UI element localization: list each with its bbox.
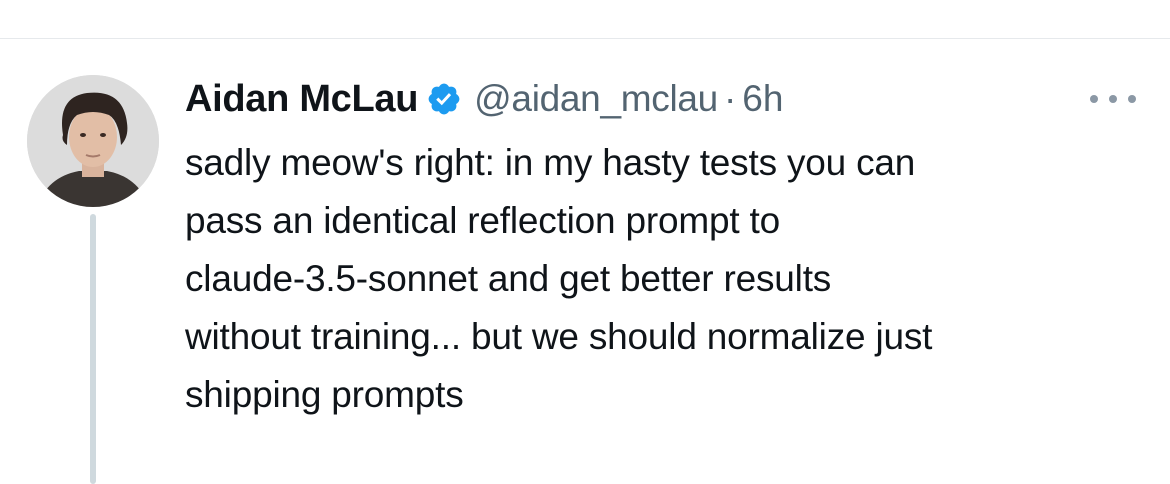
author-handle[interactable]: @aidan_mclau: [474, 78, 718, 120]
tweet-text-line: without training... but we should normal…: [185, 316, 933, 357]
author-display-name[interactable]: Aidan McLau: [185, 78, 418, 121]
more-dot: [1109, 95, 1117, 103]
thread-line: [90, 214, 96, 484]
tweet-text-line: pass an identical reflection prompt to: [185, 200, 781, 241]
more-horizontal-icon[interactable]: [1090, 89, 1136, 109]
tweet-text-line: shipping prompts: [185, 374, 464, 415]
tweet[interactable]: Aidan McLau @aidan_mclau · 6h sadly meow…: [0, 39, 1170, 484]
avatar[interactable]: [27, 75, 159, 207]
tweet-text-line: sadly meow's right: in my hasty tests yo…: [185, 142, 916, 183]
tweet-timestamp[interactable]: 6h: [742, 78, 783, 120]
tweet-text: sadly meow's right: in my hasty tests yo…: [185, 134, 1145, 424]
avatar-image: [27, 75, 159, 207]
tweet-header: Aidan McLau @aidan_mclau · 6h: [185, 69, 783, 129]
tweet-text-line: claude-3.5-sonnet and get better results: [185, 258, 832, 299]
more-dot: [1128, 95, 1136, 103]
more-dot: [1090, 95, 1098, 103]
header-separator: ·: [723, 78, 737, 119]
verified-badge-icon: [426, 81, 462, 117]
